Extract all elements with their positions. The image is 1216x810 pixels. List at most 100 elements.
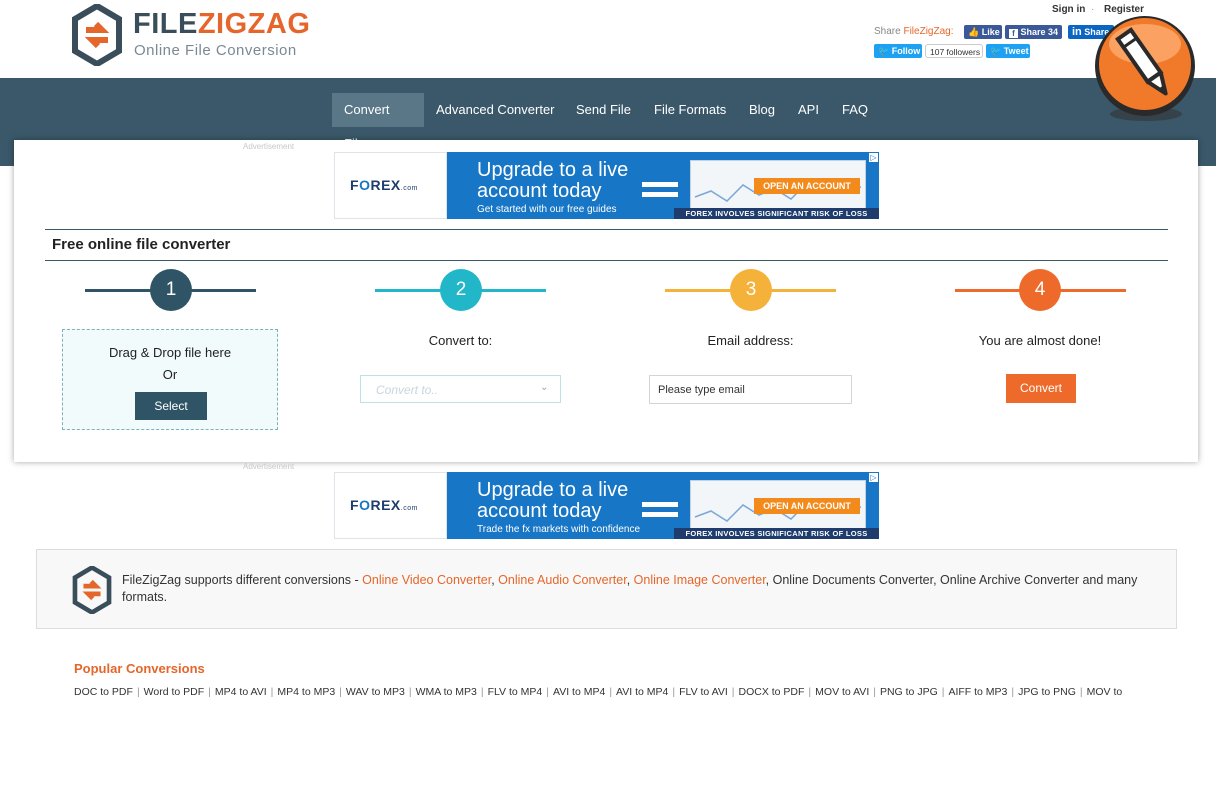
ad-risk-warning: FOREX INVOLVES SIGNIFICANT RISK OF LOSS	[674, 208, 879, 219]
drop-instructions: Drag & Drop file here Or	[62, 342, 278, 386]
ad-label: Advertisement	[243, 142, 295, 151]
popular-conversion-link[interactable]: AVI to MP4	[553, 686, 605, 698]
list-separator: |	[270, 686, 274, 698]
step-3-circle: 3	[730, 269, 772, 311]
select-file-button[interactable]: Select	[135, 392, 207, 420]
popular-conversion-link[interactable]: JPG to PNG	[1018, 686, 1076, 698]
list-separator: |	[1079, 686, 1083, 698]
ad-equals-bar	[642, 502, 678, 507]
ad-choices-icon[interactable]: ▷	[869, 153, 878, 162]
ad-label: Advertisement	[243, 462, 295, 471]
nav-api[interactable]: API	[786, 93, 831, 127]
popular-conversion-link[interactable]: WMA to MP3	[416, 686, 477, 698]
list-separator: |	[339, 686, 342, 698]
list-separator: |	[546, 686, 549, 698]
nav-blog[interactable]: Blog	[737, 93, 787, 127]
drop-line-2: Or	[162, 367, 178, 382]
section-top-rule	[45, 229, 1168, 230]
list-separator: |	[672, 686, 676, 698]
forex-f: F	[350, 497, 360, 513]
ad-equals-bar	[642, 192, 678, 197]
nav-faq[interactable]: FAQ	[830, 93, 880, 127]
supported-conversions-text: FileZigZag supports different conversion…	[122, 572, 1142, 606]
ad-risk-warning: FOREX INVOLVES SIGNIFICANT RISK OF LOSS	[674, 528, 879, 539]
facebook-like-button[interactable]: 👍 Like	[964, 25, 1002, 39]
popular-conversion-link[interactable]: FLV to MP4	[488, 686, 543, 698]
converter-title: Free online file converter	[52, 236, 231, 253]
nav-advanced-converter[interactable]: Advanced Converter	[424, 93, 567, 127]
nav-send-file[interactable]: Send File	[564, 93, 643, 127]
forex-f: F	[350, 177, 360, 193]
popular-conversion-link[interactable]: DOC to PDF	[74, 686, 133, 698]
ad-equals-bar	[642, 512, 678, 517]
chevron-down-icon: ⌄	[540, 382, 549, 393]
popular-conversion-link[interactable]: PNG to JPG	[880, 686, 938, 698]
logo-part-zigzag: ZIGZAG	[197, 8, 311, 40]
nav-convert-file[interactable]: Convert File	[332, 93, 424, 151]
list-separator: |	[808, 686, 812, 698]
popular-conversion-link[interactable]: AVI to MP4	[616, 686, 668, 698]
forex-logo: FOREX.com	[350, 497, 418, 513]
facebook-icon: f	[1009, 29, 1018, 38]
advertisement-banner[interactable]: FOREX.com Upgrade to a live account toda…	[334, 152, 879, 219]
nav-file-formats[interactable]: File Formats	[642, 93, 738, 127]
tweet-label: Tweet	[1003, 46, 1029, 56]
convert-button[interactable]: Convert	[1006, 374, 1076, 403]
popular-conversions-title: Popular Conversions	[74, 661, 205, 676]
section-bottom-rule	[45, 260, 1168, 261]
ad-choices-icon[interactable]: ▷	[869, 473, 878, 482]
share-prefix: Share	[874, 26, 904, 37]
email-input[interactable]	[649, 375, 852, 404]
logo-part-file: FILE	[133, 8, 198, 40]
info-prefix: FileZigZag supports different conversion…	[122, 573, 363, 587]
twitter-follow-button[interactable]: 🐦 Follow	[874, 44, 922, 58]
twitter-bird-icon: 🐦	[878, 46, 890, 56]
step-1-circle: 1	[150, 269, 192, 311]
list-separator: |	[480, 686, 484, 698]
popular-conversion-link[interactable]: Word to PDF	[144, 686, 205, 698]
tweet-button[interactable]: 🐦 Tweet	[986, 44, 1030, 58]
pencil-edit-icon[interactable]	[1090, 14, 1200, 124]
filezigzag-logo-icon	[72, 566, 112, 614]
online-image-converter-link[interactable]: Online Image Converter	[634, 573, 766, 587]
forex-rest: REX	[370, 497, 401, 513]
forex-o: O	[359, 497, 371, 513]
logo-wordmark[interactable]: FILEZIGZAG	[133, 8, 310, 41]
advertisement-banner[interactable]: FOREX.com Upgrade to a live account toda…	[334, 472, 879, 539]
ad-open-account-button[interactable]: OPEN AN ACCOUNT	[754, 178, 860, 194]
list-separator: |	[136, 686, 140, 698]
share-label: Share FileZigZag:	[874, 26, 953, 37]
drop-line-1: Drag & Drop file here	[108, 345, 232, 360]
popular-conversion-link[interactable]: MP4 to AVI	[215, 686, 267, 698]
list-separator: |	[1011, 686, 1015, 698]
list-separator: |	[941, 686, 945, 698]
forex-suffix: .com	[400, 185, 418, 192]
facebook-share-button[interactable]: f Share 34	[1005, 25, 1062, 39]
ad-open-account-button[interactable]: OPEN AN ACCOUNT	[754, 498, 860, 514]
convert-to-placeholder: Convert to..	[376, 383, 439, 397]
popular-conversion-link[interactable]: WAV to MP3	[346, 686, 405, 698]
followers-count: 107 followers	[925, 44, 983, 58]
facebook-share-label: Share 34	[1020, 27, 1059, 37]
online-audio-converter-link[interactable]: Online Audio Converter	[498, 573, 627, 587]
popular-conversion-link[interactable]: FLV to AVI	[679, 686, 728, 698]
convert-to-label: Convert to:	[428, 333, 493, 348]
list-separator: |	[609, 686, 613, 698]
popular-conversion-link[interactable]: MOV to AVI	[815, 686, 869, 698]
ad-subtext: Get started with our free guides	[477, 204, 617, 215]
online-video-converter-link[interactable]: Online Video Converter	[362, 573, 491, 587]
popular-conversion-link[interactable]: AIFF to MP3	[948, 686, 1007, 698]
forex-o: O	[359, 177, 371, 193]
list-separator: |	[731, 686, 735, 698]
follow-label: Follow	[891, 46, 921, 56]
filezigzag-logo-icon[interactable]	[72, 4, 122, 66]
sign-in-link[interactable]: Sign in	[1052, 4, 1085, 15]
email-label: Email address:	[707, 333, 794, 348]
popular-conversion-link[interactable]: MOV to	[1087, 686, 1123, 698]
like-label: Like	[981, 27, 1000, 37]
popular-conversion-link[interactable]: MP4 to MP3	[277, 686, 335, 698]
forex-logo: FOREX.com	[350, 177, 418, 193]
popular-conversion-link[interactable]: DOCX to PDF	[738, 686, 804, 698]
step-4-circle: 4	[1019, 269, 1061, 311]
share-brand: FileZigZag:	[903, 26, 954, 37]
